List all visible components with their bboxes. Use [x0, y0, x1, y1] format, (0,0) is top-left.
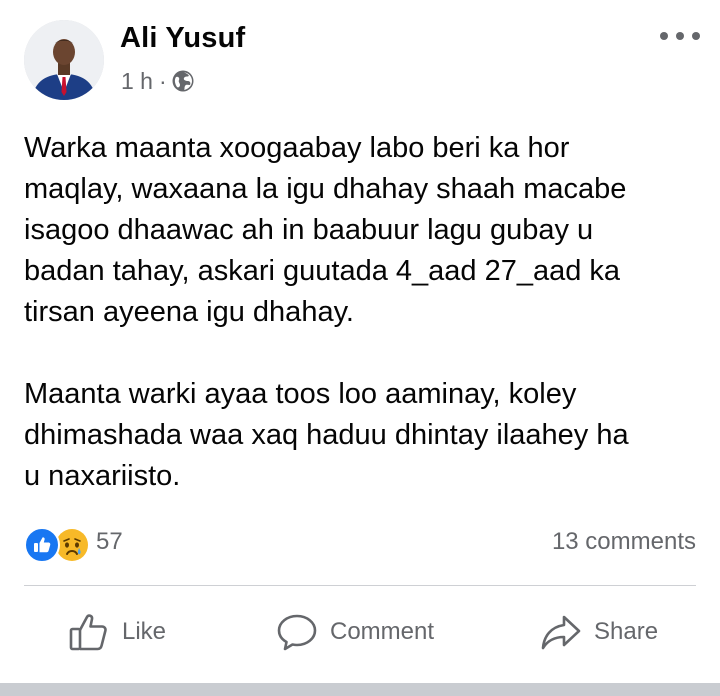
author-name[interactable]: Ali Yusuf	[120, 22, 245, 55]
more-dot-icon	[676, 32, 684, 40]
feed-separator	[0, 683, 720, 696]
globe-icon[interactable]	[171, 69, 195, 93]
more-dot-icon	[660, 32, 668, 40]
reactions-summary[interactable]: 57 13 comments	[24, 524, 696, 563]
divider	[24, 585, 696, 586]
avatar-image	[24, 20, 104, 100]
reaction-icons	[24, 527, 94, 563]
post-paragraph: Warka maanta xoogaabay labo beri ka hor …	[24, 132, 627, 328]
like-button[interactable]: Like	[68, 600, 166, 664]
meta-separator: ·	[158, 67, 167, 94]
more-options-button[interactable]	[660, 22, 700, 50]
avatar[interactable]	[24, 20, 104, 100]
post-paragraph: Maanta warki ayaa toos loo aaminay, kole…	[24, 378, 629, 492]
comment-button[interactable]: Comment	[276, 600, 434, 664]
post-meta: 1 h ·	[121, 66, 195, 96]
share-label: Share	[594, 618, 659, 645]
post-header: Ali Yusuf 1 h ·	[0, 0, 720, 110]
more-dot-icon	[692, 32, 700, 40]
like-reaction-icon	[24, 527, 60, 563]
post-body: Warka maanta xoogaabay labo beri ka hor …	[24, 128, 700, 497]
comment-bubble-icon	[277, 614, 317, 651]
comments-count[interactable]: 13 comments	[552, 528, 696, 556]
like-label: Like	[122, 618, 167, 645]
thumbs-up-icon	[69, 614, 107, 651]
reaction-count[interactable]: 57	[96, 528, 123, 556]
comment-label: Comment	[330, 618, 435, 645]
share-arrow-icon	[541, 615, 581, 650]
share-button[interactable]: Share	[540, 600, 658, 664]
post-actions: Like Comment Share	[0, 600, 720, 664]
post-timestamp[interactable]: 1 h	[121, 68, 153, 95]
